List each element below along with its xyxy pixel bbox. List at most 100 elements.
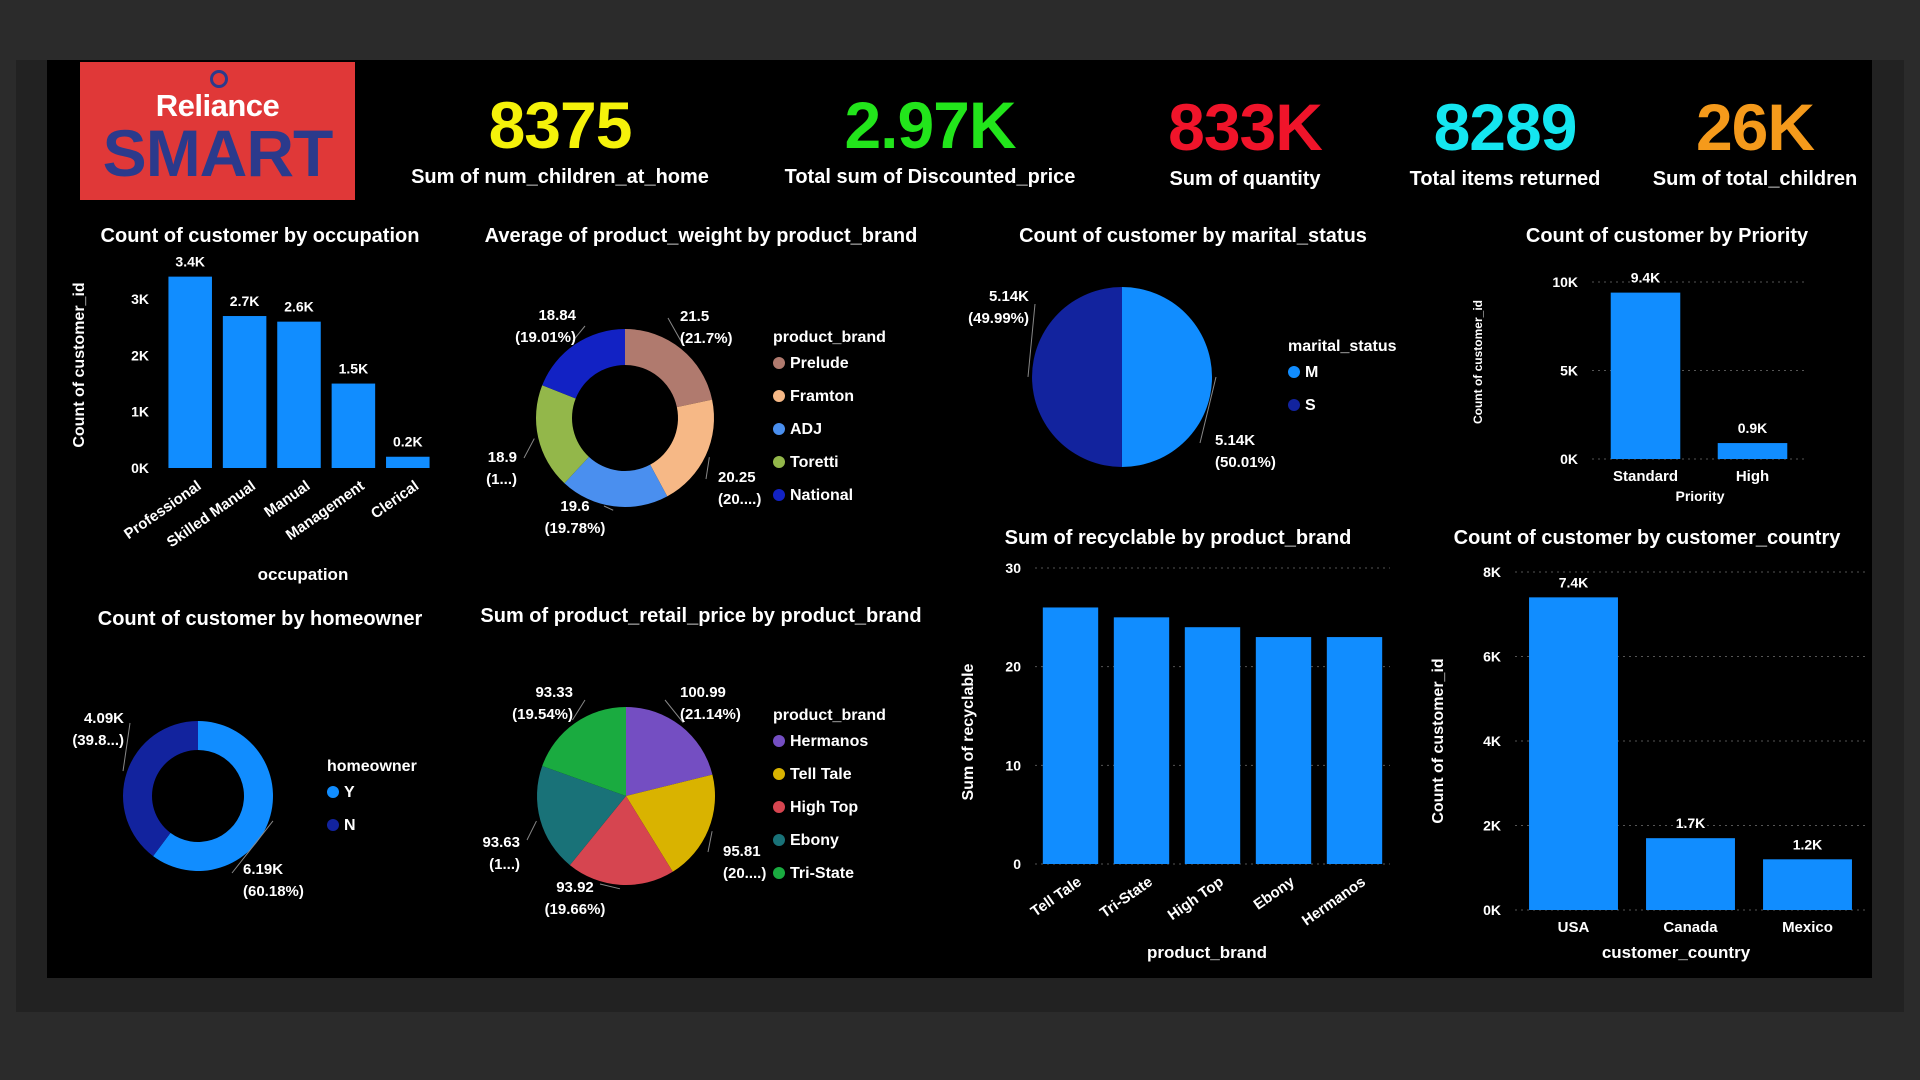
legend-item: Y (344, 784, 355, 801)
y-tick-label: 1K (131, 404, 149, 420)
y-axis-label: Count of customer_id (71, 282, 88, 447)
legend-item: Framton (790, 388, 854, 405)
slice-percent-label: (49.99%) (968, 310, 1029, 327)
data-label: 2.7K (230, 293, 260, 309)
data-label: 1.7K (1676, 815, 1706, 831)
slice-percent-label: (19.01%) (515, 329, 576, 346)
chart-title: Count of customer by homeowner (98, 608, 423, 630)
y-tick-label: 5K (1560, 363, 1578, 379)
bar-clerical[interactable] (386, 456, 430, 468)
y-tick-label: 10 (1005, 757, 1021, 773)
bar-management[interactable] (331, 383, 376, 468)
legend-title: marital_status (1288, 338, 1397, 355)
y-tick-label: 20 (1005, 659, 1021, 675)
bar-ebony[interactable] (1255, 637, 1312, 864)
legend-item: National (790, 487, 853, 504)
y-tick-label: 6K (1483, 649, 1501, 665)
x-tick-label: Hermanos (1299, 873, 1369, 929)
legend-marker-high-top (773, 801, 785, 813)
x-tick-label: Ebony (1250, 873, 1298, 914)
chart-title: Average of product_weight by product_bra… (485, 225, 918, 247)
slice-percent-label: (1...) (486, 471, 517, 488)
legend-item: Toretti (790, 454, 839, 471)
slice-value-label: 95.81 (723, 843, 761, 860)
legend-marker-s (1288, 399, 1300, 411)
x-tick-label: Standard (1613, 468, 1678, 485)
x-axis-label: Priority (1675, 488, 1724, 504)
y-axis-label: Sum of recyclable (960, 663, 977, 800)
bar-standard[interactable] (1610, 292, 1681, 459)
slice-value-label: 5.14K (1215, 432, 1255, 449)
leader-line (707, 831, 713, 853)
bar-canada[interactable] (1646, 838, 1735, 910)
legend-marker-tri-state (773, 867, 785, 879)
y-axis-label: Count of customer_id (1430, 658, 1447, 823)
y-tick-label: 3K (131, 291, 149, 307)
bar-manual[interactable] (277, 321, 321, 468)
bar-high-top[interactable] (1184, 627, 1241, 864)
leader-line (603, 505, 614, 511)
legend-marker-m (1288, 366, 1300, 378)
slice-value-label: 5.14K (989, 288, 1029, 305)
bar-professional[interactable] (168, 276, 212, 468)
data-label: 0.9K (1738, 420, 1768, 436)
slice-value-label: 100.99 (680, 684, 726, 701)
bar-mexico[interactable] (1763, 859, 1852, 910)
y-tick-label: 30 (1005, 560, 1021, 576)
slice-value-label: 93.92 (556, 879, 594, 896)
chart-title: Sum of recyclable by product_brand (1005, 527, 1352, 549)
bar-tri-state[interactable] (1113, 617, 1170, 864)
bar-high[interactable] (1717, 443, 1788, 459)
slice-framton[interactable] (650, 399, 714, 497)
bar-skilled-manual[interactable] (222, 316, 267, 468)
legend-marker-framton (773, 390, 785, 402)
legend-item: Prelude (790, 355, 849, 372)
x-tick-label: Tri-State (1097, 873, 1156, 921)
slice-s[interactable] (1032, 287, 1122, 467)
slice-value-label: 93.63 (482, 834, 520, 851)
slice-percent-label: (19.78%) (545, 520, 606, 537)
y-tick-label: 8K (1483, 564, 1501, 580)
legend-marker-n (327, 819, 339, 831)
slice-percent-label: (19.66%) (545, 901, 606, 918)
y-tick-label: 0 (1013, 856, 1021, 872)
chart-title: Count of customer by marital_status (1019, 225, 1367, 247)
slice-percent-label: (21.14%) (680, 706, 741, 723)
chart-title: Count of customer by Priority (1526, 225, 1809, 247)
x-axis-label: product_brand (1147, 943, 1267, 962)
legend-marker-y (327, 786, 339, 798)
chart-title: Sum of product_retail_price by product_b… (480, 605, 921, 627)
slice-percent-label: (39.8...) (72, 732, 124, 749)
data-label: 0.2K (393, 434, 423, 450)
data-label: 3.4K (175, 254, 205, 270)
charts-layer: Count of customer by occupation Count of … (71, 225, 1866, 962)
leader-line (599, 883, 621, 890)
legend-item: Ebony (790, 832, 839, 849)
x-tick-label: USA (1558, 919, 1590, 936)
y-axis-label: Count of customer_id (1471, 300, 1485, 424)
x-axis-label: occupation (258, 565, 349, 584)
x-axis-label: customer_country (1602, 943, 1751, 962)
data-label: 9.4K (1631, 270, 1661, 286)
legend-marker-ebony (773, 834, 785, 846)
bar-hermanos[interactable] (1326, 637, 1383, 864)
legend-marker-national (773, 489, 785, 501)
y-tick-label: 2K (1483, 818, 1501, 834)
slice-m[interactable] (1121, 287, 1213, 468)
legend-item: M (1305, 364, 1318, 381)
legend-marker-hermanos (773, 735, 785, 747)
bar-tell-tale[interactable] (1042, 607, 1099, 864)
slice-value-label: 20.25 (718, 469, 756, 486)
x-tick-label: Canada (1663, 919, 1718, 936)
slice-n[interactable] (123, 720, 198, 857)
legend-title: product_brand (773, 707, 886, 724)
slice-percent-label: (21.7%) (680, 330, 733, 347)
legend-title: product_brand (773, 329, 886, 346)
legend-item: Tell Tale (790, 766, 852, 783)
y-tick-label: 0K (1560, 451, 1578, 467)
slice-percent-label: (1...) (489, 856, 520, 873)
bar-usa[interactable] (1529, 597, 1618, 910)
legend-item: High Top (790, 799, 858, 816)
legend-item: N (344, 817, 356, 834)
y-tick-label: 10K (1552, 274, 1578, 290)
